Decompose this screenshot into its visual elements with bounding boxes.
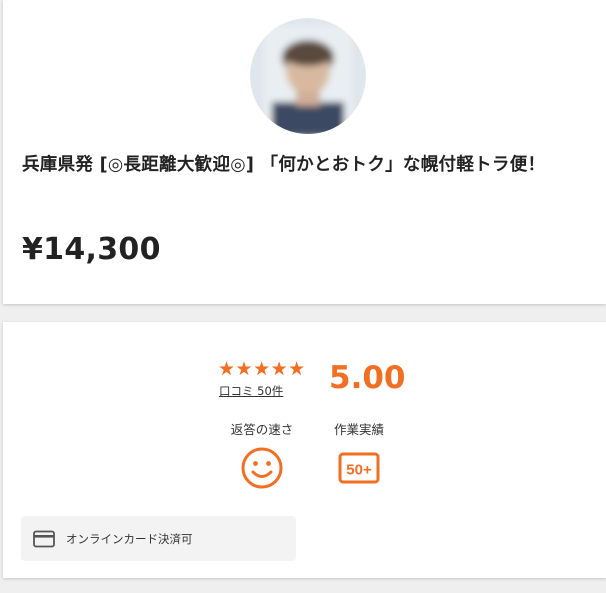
metric-work-record: 作業実績 50+ <box>314 422 404 490</box>
listing-card: 兵庫県発 [◎長距離大歓迎◎] 「何かとおトク」な幌付軽トラ便！ ¥14,300 <box>3 0 606 304</box>
smile-face-icon <box>240 446 284 490</box>
metric-label-speed: 返答の速さ <box>230 422 294 437</box>
badge-text: 50+ <box>346 462 372 479</box>
metric-label-record: 作業実績 <box>333 422 384 437</box>
avatar-image <box>250 18 366 134</box>
reviews-link[interactable]: 口コミ 50件 <box>219 383 283 399</box>
payment-label: オンラインカード決済可 <box>66 532 193 546</box>
metric-response-speed: 返答の速さ <box>217 422 307 490</box>
listing-title: 兵庫県発 [◎長距離大歓迎◎] 「何かとおトク」な幌付軽トラ便！ <box>22 155 546 175</box>
seller-avatar[interactable] <box>250 18 366 134</box>
badge-50plus-icon: 50+ <box>337 446 381 490</box>
star-rating: ★★★★★ <box>218 358 306 380</box>
listing-price: ¥14,300 <box>22 232 161 267</box>
seller-stats-card: ★★★★★ 口コミ 50件 5.00 返答の速さ 作業実績 50+ オンラインカ… <box>3 322 606 578</box>
rating-score: 5.00 <box>329 360 406 396</box>
credit-card-icon <box>33 530 55 548</box>
payment-info: オンラインカード決済可 <box>21 516 296 561</box>
